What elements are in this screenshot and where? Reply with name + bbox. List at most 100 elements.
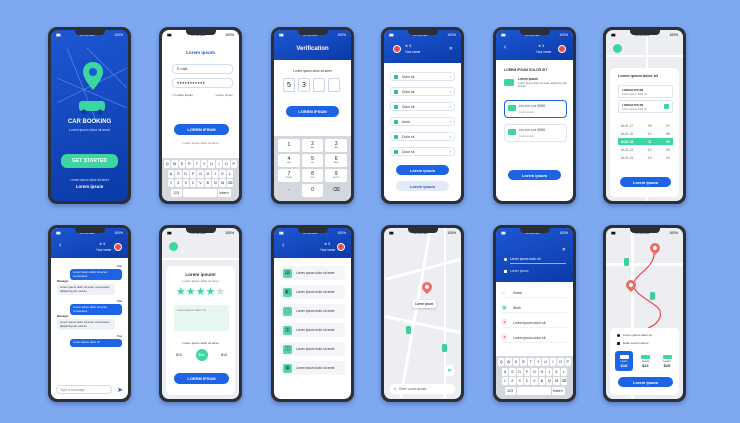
key[interactable]: R bbox=[520, 358, 527, 366]
key[interactable]: X bbox=[516, 377, 523, 385]
submit-button[interactable]: LOREM IPSUM bbox=[174, 373, 229, 384]
date-row[interactable]: AUG 15 11 59 bbox=[618, 138, 673, 145]
date-row[interactable]: AUG 13 13 01 bbox=[618, 154, 673, 161]
ride-option[interactable]: Lorem $21 bbox=[637, 351, 655, 371]
key[interactable]: C bbox=[189, 179, 197, 187]
from-field[interactable]: Lorem ipsum dolor sit bbox=[510, 257, 540, 261]
date-row[interactable]: AUG 14 12 00 bbox=[618, 146, 673, 153]
key[interactable]: K bbox=[219, 169, 226, 178]
destination-search[interactable]: ⚲ Enter Lorem ipsum bbox=[390, 384, 455, 394]
star-icon[interactable]: ★ bbox=[186, 286, 196, 298]
avatar[interactable] bbox=[337, 243, 345, 251]
star-icon[interactable]: ★ bbox=[215, 286, 225, 298]
star-icon[interactable]: ★ bbox=[176, 286, 186, 298]
to-field[interactable]: Enter Lorem ipsum bbox=[623, 341, 648, 345]
comment-textarea[interactable]: Lorem ipsum dolor sit bbox=[174, 305, 229, 331]
close-icon[interactable]: ✕ bbox=[449, 46, 453, 52]
key[interactable]: F bbox=[189, 169, 197, 178]
back-icon[interactable]: ‹ bbox=[59, 242, 61, 249]
option-item[interactable]: ▦ Lorem ipsum dolor sit amet bbox=[280, 361, 345, 375]
tip-option[interactable]: $12 bbox=[195, 349, 208, 361]
option-item[interactable]: ▤ Lorem ipsum dolor sit amet bbox=[280, 266, 345, 280]
key[interactable]: W bbox=[171, 160, 178, 168]
to-field[interactable]: Lorem ipsum bbox=[510, 269, 528, 273]
key[interactable]: I bbox=[549, 358, 557, 366]
key[interactable]: ⌫ bbox=[560, 377, 568, 385]
ride-option[interactable]: Lorem $18 bbox=[615, 351, 633, 371]
key[interactable]: V bbox=[197, 179, 204, 187]
key-numbers[interactable]: 123 bbox=[504, 386, 516, 395]
key[interactable]: Z bbox=[175, 179, 182, 187]
back-icon[interactable]: ‹ bbox=[504, 44, 506, 51]
get-started-button[interactable]: GET STARTED bbox=[61, 154, 118, 168]
key[interactable]: G bbox=[531, 367, 538, 376]
code-digit[interactable] bbox=[313, 78, 325, 92]
key[interactable]: I bbox=[215, 160, 223, 168]
keypad-key[interactable]: 9 WXYZ bbox=[325, 169, 348, 182]
secondary-button[interactable]: Lorem ipsum bbox=[396, 181, 449, 191]
key[interactable]: K bbox=[553, 367, 560, 376]
menu-item[interactable]: Dolor sit › bbox=[390, 102, 455, 111]
keypad-key[interactable]: 8 TUV bbox=[301, 169, 324, 182]
key[interactable]: N bbox=[546, 377, 553, 385]
option-item[interactable]: ◫ Lorem ipsum dolor sit amet bbox=[280, 342, 345, 356]
keypad-key[interactable]: 2 ABC bbox=[301, 139, 324, 152]
key[interactable]: F bbox=[523, 367, 531, 376]
key[interactable]: L bbox=[226, 169, 234, 178]
back-icon[interactable]: ‹ bbox=[282, 242, 284, 249]
key[interactable]: V bbox=[531, 377, 538, 385]
menu-icon[interactable] bbox=[613, 44, 622, 53]
key[interactable]: H bbox=[204, 169, 212, 178]
key[interactable]: W bbox=[505, 358, 512, 366]
card-option-1[interactable]: •••• •••• •••• 0000 Lorem ipsum bbox=[504, 100, 567, 118]
avatar[interactable] bbox=[558, 45, 566, 53]
tip-option[interactable]: $15 bbox=[221, 353, 227, 357]
close-icon[interactable]: ✕ bbox=[562, 247, 566, 253]
key[interactable]: Q bbox=[498, 358, 505, 366]
star-icon[interactable]: ★ bbox=[196, 286, 206, 298]
keypad-key[interactable]: 3 DEF bbox=[325, 139, 348, 152]
message-input[interactable]: Type a message ... bbox=[56, 385, 112, 394]
keypad-key[interactable]: ⌫ bbox=[325, 184, 348, 197]
key[interactable]: T bbox=[527, 358, 534, 366]
key[interactable]: M bbox=[553, 377, 560, 385]
card-option-2[interactable]: •••• •••• •••• 0000 Lorem ipsum bbox=[504, 124, 567, 142]
menu-item[interactable]: Amet › bbox=[390, 117, 455, 126]
option-item[interactable]: ▥ Lorem ipsum dolor sit amet bbox=[280, 323, 345, 337]
key[interactable]: ⇧ bbox=[167, 179, 175, 187]
key[interactable]: T bbox=[193, 160, 200, 168]
key[interactable]: J bbox=[546, 367, 553, 376]
keypad-key[interactable]: 7 PQRS bbox=[278, 169, 300, 182]
address-item[interactable]: ⦿ Lorem ipsum dolor sit bbox=[502, 318, 567, 328]
key[interactable]: Y bbox=[201, 160, 208, 168]
option-2[interactable]: LOREM IPSUM Lorem ipsum dolor sit bbox=[618, 100, 673, 113]
keypad-key[interactable]: 6 MNO bbox=[325, 154, 348, 167]
code-input[interactable]: 53 bbox=[283, 78, 340, 92]
key[interactable]: N bbox=[212, 179, 219, 187]
key[interactable]: B bbox=[204, 179, 212, 187]
key[interactable]: H bbox=[538, 367, 546, 376]
key[interactable]: ⌫ bbox=[226, 179, 234, 187]
keypad-key[interactable]: 0 bbox=[301, 184, 324, 197]
key-enter[interactable]: Intern bbox=[217, 188, 231, 197]
key[interactable]: C bbox=[523, 377, 531, 385]
key-enter[interactable]: Intern bbox=[551, 386, 565, 395]
locate-icon[interactable]: ➤ bbox=[444, 365, 455, 376]
primary-button[interactable]: Lorem ipsum bbox=[396, 165, 449, 175]
login-button[interactable]: LOREM IPSUM bbox=[174, 124, 229, 135]
remember-checkbox[interactable]: ☐ Lorem ipsum bbox=[172, 93, 193, 97]
key-numbers[interactable]: 123 bbox=[170, 188, 182, 197]
code-digit[interactable]: 3 bbox=[298, 78, 310, 92]
menu-item[interactable]: Dolor sit › bbox=[390, 87, 455, 96]
pay-button[interactable]: Lorem ipsum bbox=[508, 170, 561, 180]
keypad-key[interactable]: 4 GHI bbox=[278, 154, 300, 167]
key[interactable]: D bbox=[516, 367, 523, 376]
password-field[interactable]: ●●●●●●●●●●● bbox=[172, 78, 233, 88]
keypad-key[interactable]: 1 bbox=[278, 139, 300, 152]
option-1[interactable]: LOREM IPSUM Lorem ipsum dolor sit bbox=[618, 85, 673, 98]
date-picker[interactable]: AUG 17 09 57 AUG 16 10 58 AUG 15 11 59 AUG 14 12 00… bbox=[618, 122, 673, 162]
book-button[interactable]: Lorem ipsum bbox=[618, 377, 673, 387]
signup-link[interactable]: Lorem ipsum dolor sit amet bbox=[162, 141, 239, 145]
key[interactable]: S bbox=[175, 169, 182, 178]
footer-link[interactable]: Lorem ipsum bbox=[51, 184, 128, 189]
